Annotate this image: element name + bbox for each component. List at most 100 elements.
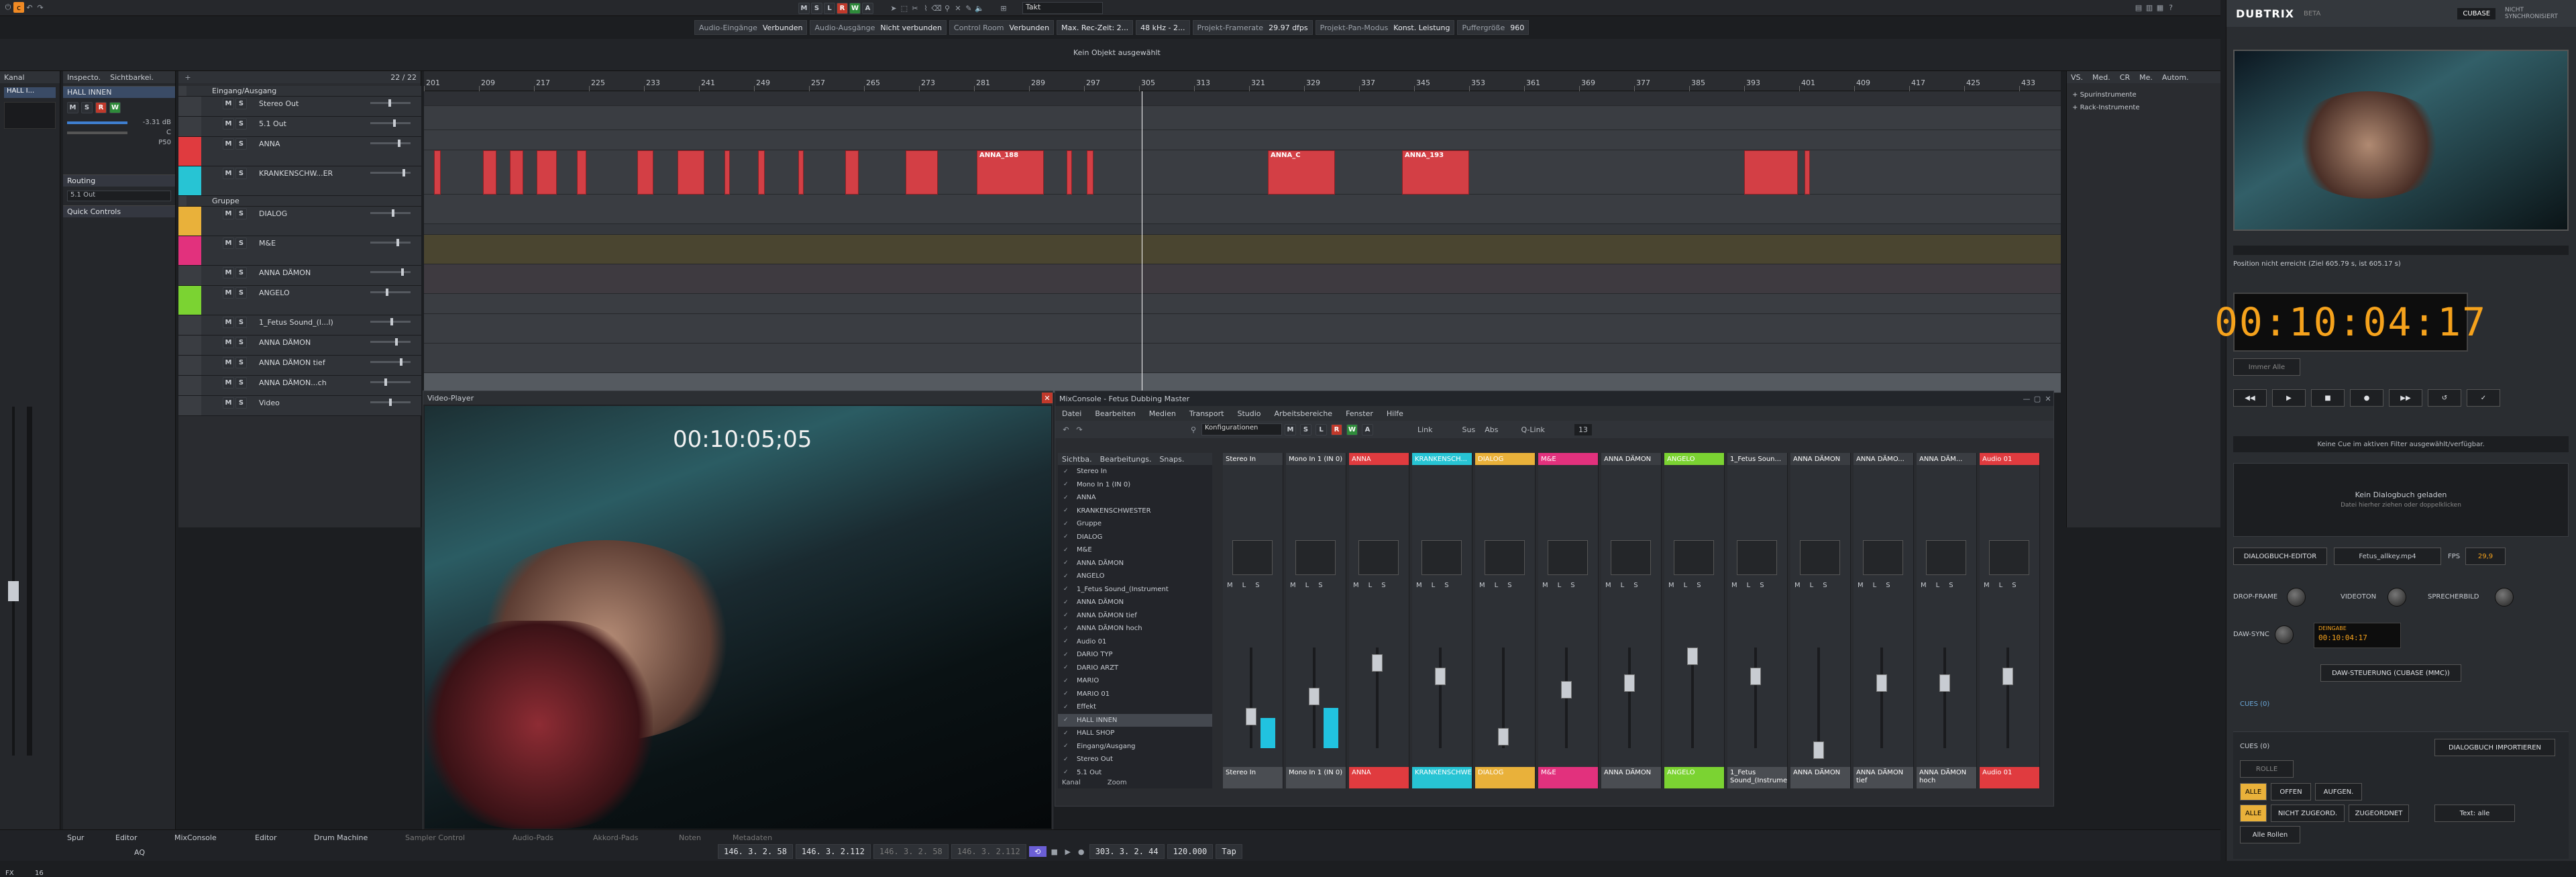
punch-in[interactable]: 146. 3. 2. 58: [873, 844, 949, 859]
track-row[interactable]: KRANKENSCHW...ER M S: [178, 166, 421, 196]
tree-item[interactable]: KRANKENSCHWESTER: [1058, 505, 1212, 518]
track-volume-slider[interactable]: [370, 289, 411, 296]
tree-item[interactable]: Mono In 1 (IN 0): [1058, 478, 1212, 492]
audio-event[interactable]: [510, 150, 523, 195]
routing-output-select[interactable]: 5.1 Out: [67, 191, 171, 201]
audio-event[interactable]: [637, 150, 653, 195]
left-locator[interactable]: 146. 3. 2. 58: [718, 844, 793, 859]
filter-recorded-button[interactable]: AUFGEN.: [2315, 783, 2362, 801]
track-name[interactable]: 5.1 Out: [259, 119, 286, 128]
punch-out[interactable]: 146. 3. 2.112: [951, 844, 1026, 859]
audio-event[interactable]: [678, 150, 704, 195]
track-mute-button[interactable]: M: [223, 168, 234, 179]
track-lane[interactable]: [424, 294, 2061, 314]
track-fader-handle[interactable]: [389, 399, 392, 406]
mix-mute-button[interactable]: M: [1285, 423, 1296, 435]
tree-item[interactable]: MARIO: [1058, 674, 1212, 688]
tree-tab[interactable]: Snaps.: [1159, 455, 1184, 464]
status-item[interactable]: Audio-Eingänge Verbunden: [694, 20, 808, 35]
track-volume-slider[interactable]: [370, 318, 411, 325]
bottom-tab[interactable]: Editor: [115, 831, 138, 843]
inspector-solo-button[interactable]: S: [81, 102, 93, 113]
strip-header[interactable]: ANNA: [1349, 453, 1409, 465]
inspector-tab[interactable]: Inspecto.: [67, 73, 101, 82]
tree-item[interactable]: 1_Fetus Sound_(Instrument: [1058, 583, 1212, 597]
mix-qlink-label[interactable]: Q-Link: [1521, 425, 1544, 434]
strip-fader-cap[interactable]: [1624, 674, 1635, 692]
track-lane[interactable]: [424, 224, 2061, 235]
track-lane[interactable]: [424, 264, 2061, 294]
tree-footer-tab[interactable]: Zoom: [1108, 779, 1127, 786]
play-icon[interactable]: ▶: [1063, 846, 1073, 857]
daw-sync-knob[interactable]: [2275, 625, 2294, 644]
filter-assigned-button[interactable]: ZUGEORDNET: [2349, 805, 2409, 822]
strip-header[interactable]: ANGELO: [1664, 453, 1724, 465]
strip-pan-control[interactable]: [1295, 540, 1336, 575]
role-select[interactable]: ROLLE: [2240, 760, 2294, 778]
strip-solo-button[interactable]: S: [1886, 582, 1890, 589]
bottom-tab[interactable]: Editor: [255, 831, 277, 843]
aq-label[interactable]: AQ: [134, 846, 145, 858]
audio-event[interactable]: [798, 150, 804, 195]
roles-select[interactable]: Alle Rollen: [2240, 826, 2300, 843]
status-item[interactable]: Puffergröße 960: [1457, 20, 1529, 35]
undo-icon[interactable]: ↶: [24, 2, 35, 13]
bottom-tab[interactable]: Akkord-Pads: [593, 831, 638, 843]
mix-menu-item[interactable]: Fenster: [1346, 409, 1373, 418]
draw-tool-icon[interactable]: ✎: [963, 3, 974, 13]
tree-item[interactable]: HALL SHOP: [1058, 727, 1212, 740]
zone-item[interactable]: + Rack-Instrumente: [2072, 101, 2215, 114]
track-mute-button[interactable]: M: [223, 377, 234, 389]
bottom-tab[interactable]: Spur: [67, 831, 84, 843]
track-volume-slider[interactable]: [370, 119, 411, 127]
strip-solo-button[interactable]: S: [1381, 582, 1385, 589]
strip-fader-track[interactable]: [1250, 648, 1252, 748]
forward-button[interactable]: ▶▶: [2389, 389, 2422, 407]
mix-redo-icon[interactable]: ↷: [1074, 424, 1085, 435]
strip-fader-track[interactable]: [2006, 648, 2009, 748]
track-row[interactable]: ANGELO M S: [178, 286, 421, 315]
track-mute-button[interactable]: M: [223, 208, 234, 219]
track-solo-button[interactable]: S: [235, 317, 247, 328]
track-mute-button[interactable]: M: [223, 118, 234, 130]
dialog-editor-button[interactable]: DIALOGBUCH-EDITOR: [2233, 548, 2327, 565]
mix-write-button[interactable]: W: [1346, 423, 1358, 435]
strip-mute-button[interactable]: M: [1858, 582, 1864, 589]
audio-event[interactable]: [434, 150, 441, 195]
play-tool-icon[interactable]: 🔈: [974, 3, 985, 13]
strip-listen-button[interactable]: L: [1936, 582, 1940, 589]
status-item[interactable]: 48 kHz - 2...: [1136, 20, 1190, 35]
track-fader-handle[interactable]: [400, 358, 402, 366]
tree-item[interactable]: Gruppe: [1058, 517, 1212, 531]
track-row[interactable]: DIALOG M S: [178, 207, 421, 236]
strip-solo-button[interactable]: S: [1697, 582, 1701, 589]
track-fader-handle[interactable]: [393, 119, 396, 127]
sprecherbild-knob[interactable]: [2495, 588, 2514, 607]
confirm-button[interactable]: ✓: [2467, 389, 2500, 407]
drop-frame-knob[interactable]: [2287, 588, 2306, 607]
strip-listen-button[interactable]: L: [1495, 582, 1499, 589]
strip-pan-control[interactable]: [1674, 540, 1714, 575]
strip-listen-button[interactable]: L: [1432, 582, 1436, 589]
read-all-button[interactable]: R: [837, 2, 848, 14]
tree-item[interactable]: ANNA DÄMON tief: [1058, 609, 1212, 623]
listen-all-button[interactable]: L: [824, 2, 835, 14]
track-solo-button[interactable]: S: [235, 337, 247, 348]
track-row[interactable]: ANNA DÄMON...ch M S: [178, 376, 421, 396]
strip-header[interactable]: M&E: [1538, 453, 1598, 465]
strip-solo-button[interactable]: S: [1760, 582, 1764, 589]
track-row[interactable]: Gruppe: [178, 196, 421, 207]
audio-event[interactable]: [1067, 150, 1072, 195]
track-lane[interactable]: [424, 130, 2061, 150]
inspector-write-button[interactable]: W: [109, 102, 121, 113]
strip-mute-button[interactable]: M: [1921, 582, 1927, 589]
erase-tool-icon[interactable]: ⌫: [931, 3, 942, 13]
track-row[interactable]: 5.1 Out M S: [178, 117, 421, 137]
track-lane[interactable]: [424, 235, 2061, 264]
audio-event[interactable]: [906, 150, 938, 195]
tree-item[interactable]: ANNA: [1058, 491, 1212, 505]
strip-mute-button[interactable]: M: [1479, 582, 1485, 589]
inspector-mute-button[interactable]: M: [67, 102, 78, 113]
status-item[interactable]: Projekt-Pan-Modus Konst. Leistung: [1315, 20, 1455, 35]
status-item[interactable]: Audio-Ausgänge Nicht verbunden: [810, 20, 947, 35]
